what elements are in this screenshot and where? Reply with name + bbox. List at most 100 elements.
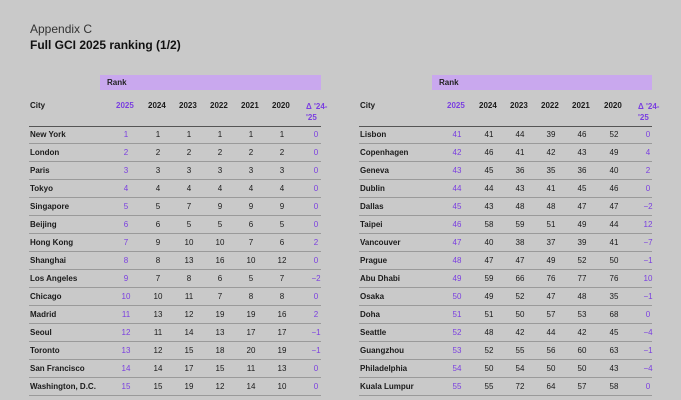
rank-cell: 40 bbox=[484, 238, 494, 247]
table-row: Paris 3 3 3 3 3 3 0 bbox=[29, 162, 321, 180]
rank-cell: 1 bbox=[123, 130, 129, 139]
rank-change-cell: 2 bbox=[645, 166, 651, 175]
rank-cell: 50 bbox=[609, 256, 619, 265]
rank-cell: 41 bbox=[452, 130, 462, 139]
rank-cell: 42 bbox=[515, 328, 525, 337]
rank-cell: 10 bbox=[153, 292, 163, 301]
table-row: Singapore 5 5 7 9 9 9 0 bbox=[29, 198, 321, 216]
rank-change-cell: 0 bbox=[313, 130, 319, 139]
rank-header-bar: Rank bbox=[100, 75, 321, 90]
city-column-header: City bbox=[30, 101, 46, 110]
rank-change-cell: 2 bbox=[313, 238, 319, 247]
city-name: San Francisco bbox=[30, 364, 85, 373]
rank-cell: 17 bbox=[277, 328, 287, 337]
table-header-row: City 2025 2024 2023 2022 2021 2020 Δ '24… bbox=[29, 98, 327, 127]
city-name: London bbox=[30, 148, 60, 157]
rank-cell: 38 bbox=[515, 238, 525, 247]
rank-cell: 43 bbox=[484, 202, 494, 211]
rank-change-cell: −1 bbox=[643, 292, 653, 301]
rank-cell: 7 bbox=[186, 202, 192, 211]
rank-cell: 10 bbox=[184, 238, 194, 247]
rank-cell: 47 bbox=[609, 202, 619, 211]
city-name: Madrid bbox=[30, 310, 57, 319]
rank-change-cell: 2 bbox=[313, 310, 319, 319]
rank-cell: 12 bbox=[121, 328, 131, 337]
rank-cell: 50 bbox=[452, 292, 462, 301]
page-title: Full GCI 2025 ranking (1/2) bbox=[30, 38, 181, 52]
rank-cell: 5 bbox=[217, 220, 223, 229]
rank-cell: 16 bbox=[277, 310, 287, 319]
city-name: Seattle bbox=[360, 328, 387, 337]
rank-cell: 13 bbox=[153, 310, 163, 319]
rank-cell: 10 bbox=[121, 292, 131, 301]
rank-cell: 37 bbox=[546, 238, 556, 247]
rank-cell: 53 bbox=[577, 310, 587, 319]
rank-cell: 47 bbox=[515, 256, 525, 265]
city-name: Tokyo bbox=[30, 184, 53, 193]
city-name: New York bbox=[30, 130, 66, 139]
rank-cell: 39 bbox=[577, 238, 587, 247]
rank-cell: 16 bbox=[215, 256, 225, 265]
rank-cell: 36 bbox=[515, 166, 525, 175]
rank-cell: 52 bbox=[609, 130, 619, 139]
rank-cell: 49 bbox=[484, 292, 494, 301]
rank-cell: 5 bbox=[123, 202, 129, 211]
rank-cell: 42 bbox=[452, 148, 462, 157]
table-row: Beijing 6 6 5 5 6 5 0 bbox=[29, 216, 321, 234]
rank-cell: 46 bbox=[484, 148, 494, 157]
rank-cell: 36 bbox=[577, 166, 587, 175]
rank-cell: 76 bbox=[546, 274, 556, 283]
rank-cell: 50 bbox=[577, 364, 587, 373]
city-name: Vancouver bbox=[360, 238, 401, 247]
rank-cell: 57 bbox=[546, 310, 556, 319]
rank-change-cell: −1 bbox=[643, 256, 653, 265]
rank-cell: 10 bbox=[215, 238, 225, 247]
rank-cell: 2 bbox=[186, 148, 192, 157]
rank-cell: 11 bbox=[153, 328, 163, 337]
rank-cell: 52 bbox=[452, 328, 462, 337]
column-header-2020: 2020 bbox=[272, 101, 290, 110]
rank-cell: 7 bbox=[123, 238, 129, 247]
rank-cell: 45 bbox=[609, 328, 619, 337]
rank-cell: 11 bbox=[184, 292, 194, 301]
table-row: Tokyo 4 4 4 4 4 4 0 bbox=[29, 180, 321, 198]
rank-cell: 45 bbox=[452, 202, 462, 211]
rank-cell: 4 bbox=[217, 184, 223, 193]
rank-cell: 54 bbox=[515, 364, 525, 373]
table-row: Washington, D.C. 15 15 19 12 14 10 0 bbox=[29, 378, 321, 396]
rank-change-cell: 0 bbox=[645, 310, 651, 319]
rank-cell: 5 bbox=[186, 220, 192, 229]
rank-cell: 7 bbox=[217, 292, 223, 301]
city-name: Dublin bbox=[360, 184, 385, 193]
table-row: Doha 51 51 50 57 53 68 0 bbox=[359, 306, 652, 324]
rank-cell: 5 bbox=[248, 274, 254, 283]
city-name: Prague bbox=[360, 256, 388, 265]
table-row: Osaka 50 49 52 47 48 35 −1 bbox=[359, 288, 653, 306]
column-header-2023: 2023 bbox=[179, 101, 197, 110]
rank-cell: 2 bbox=[248, 148, 254, 157]
rank-change-cell: 12 bbox=[643, 220, 653, 229]
rank-cell: 6 bbox=[155, 220, 161, 229]
rank-cell: 41 bbox=[546, 184, 556, 193]
rank-cell: 15 bbox=[153, 382, 163, 391]
rank-cell: 2 bbox=[217, 148, 223, 157]
rank-cell: 14 bbox=[246, 382, 256, 391]
rank-cell: 1 bbox=[279, 130, 285, 139]
table-row: Guangzhou 53 52 55 56 60 63 −1 bbox=[359, 342, 653, 360]
rank-cell: 44 bbox=[515, 130, 525, 139]
rank-cell: 3 bbox=[186, 166, 192, 175]
appendix-label: Appendix C bbox=[30, 22, 93, 36]
rank-cell: 50 bbox=[484, 364, 494, 373]
rank-cell: 7 bbox=[155, 274, 161, 283]
rank-change-cell: −4 bbox=[643, 364, 653, 373]
rank-cell: 44 bbox=[609, 220, 619, 229]
column-header-delta: Δ '24-'25 bbox=[638, 102, 660, 122]
rank-cell: 3 bbox=[279, 166, 285, 175]
table-row: Geneva 43 45 36 35 36 40 2 bbox=[359, 162, 652, 180]
rank-cell: 10 bbox=[246, 256, 256, 265]
rank-cell: 4 bbox=[155, 184, 161, 193]
rank-cell: 52 bbox=[515, 292, 525, 301]
rank-cell: 8 bbox=[186, 274, 192, 283]
rank-cell: 4 bbox=[123, 184, 129, 193]
column-header-2021: 2021 bbox=[572, 101, 590, 110]
